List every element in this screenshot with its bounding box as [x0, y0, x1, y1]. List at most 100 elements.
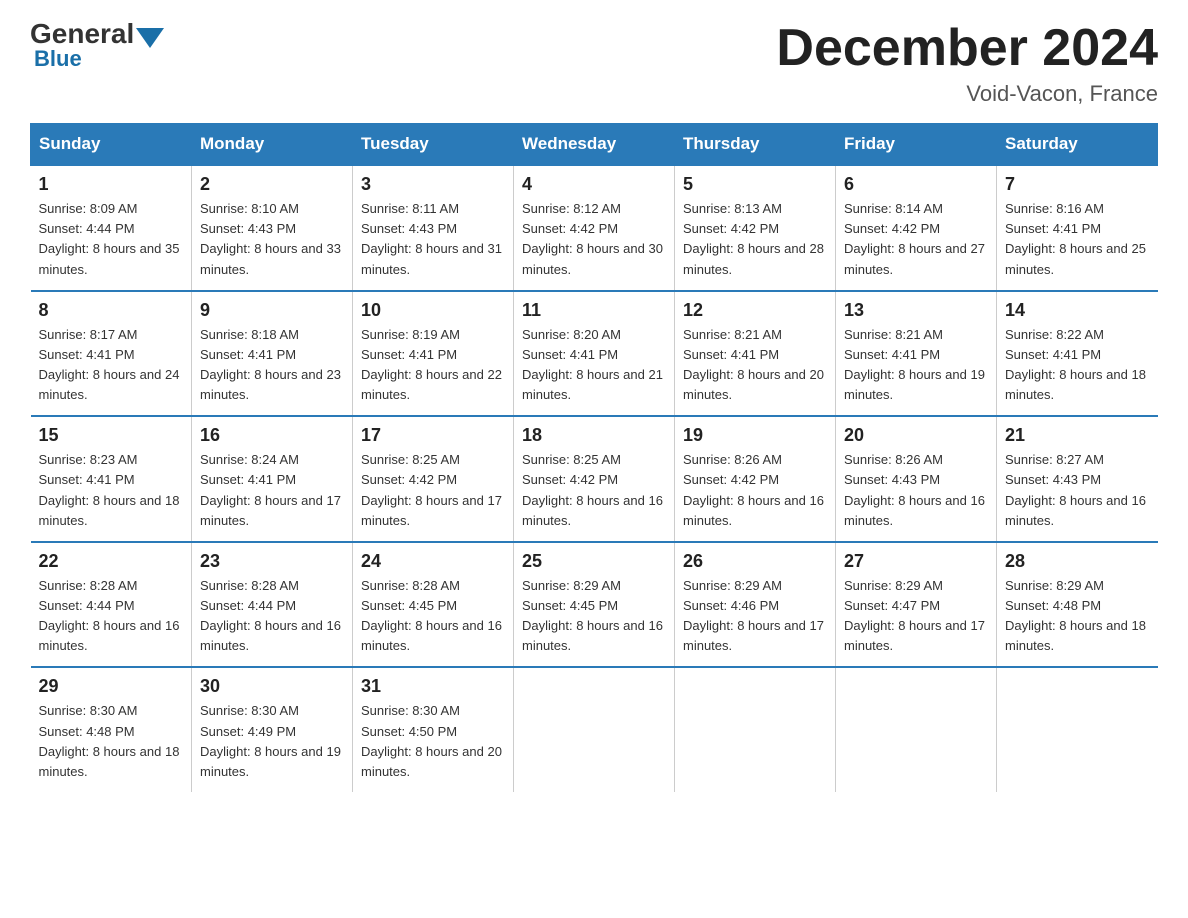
day-info: Sunrise: 8:10 AM Sunset: 4:43 PM Dayligh…	[200, 199, 344, 280]
calendar-cell: 28 Sunrise: 8:29 AM Sunset: 4:48 PM Dayl…	[997, 542, 1158, 668]
calendar-cell: 25 Sunrise: 8:29 AM Sunset: 4:45 PM Dayl…	[514, 542, 675, 668]
calendar-cell: 27 Sunrise: 8:29 AM Sunset: 4:47 PM Dayl…	[836, 542, 997, 668]
day-info: Sunrise: 8:20 AM Sunset: 4:41 PM Dayligh…	[522, 325, 666, 406]
header-friday: Friday	[836, 124, 997, 166]
day-number: 18	[522, 425, 666, 446]
calendar-cell	[514, 667, 675, 792]
day-number: 15	[39, 425, 184, 446]
calendar-cell: 22 Sunrise: 8:28 AM Sunset: 4:44 PM Dayl…	[31, 542, 192, 668]
calendar-cell	[836, 667, 997, 792]
day-info: Sunrise: 8:09 AM Sunset: 4:44 PM Dayligh…	[39, 199, 184, 280]
day-info: Sunrise: 8:16 AM Sunset: 4:41 PM Dayligh…	[1005, 199, 1150, 280]
day-info: Sunrise: 8:11 AM Sunset: 4:43 PM Dayligh…	[361, 199, 505, 280]
day-info: Sunrise: 8:23 AM Sunset: 4:41 PM Dayligh…	[39, 450, 184, 531]
day-number: 7	[1005, 174, 1150, 195]
calendar-cell: 5 Sunrise: 8:13 AM Sunset: 4:42 PM Dayli…	[675, 165, 836, 291]
day-info: Sunrise: 8:12 AM Sunset: 4:42 PM Dayligh…	[522, 199, 666, 280]
day-info: Sunrise: 8:26 AM Sunset: 4:43 PM Dayligh…	[844, 450, 988, 531]
logo-blue-text: Blue	[30, 46, 82, 72]
logo-arrow-icon	[136, 28, 164, 48]
day-number: 12	[683, 300, 827, 321]
calendar-cell: 3 Sunrise: 8:11 AM Sunset: 4:43 PM Dayli…	[353, 165, 514, 291]
day-number: 28	[1005, 551, 1150, 572]
day-info: Sunrise: 8:28 AM Sunset: 4:45 PM Dayligh…	[361, 576, 505, 657]
calendar-cell: 17 Sunrise: 8:25 AM Sunset: 4:42 PM Dayl…	[353, 416, 514, 542]
day-info: Sunrise: 8:29 AM Sunset: 4:46 PM Dayligh…	[683, 576, 827, 657]
day-number: 10	[361, 300, 505, 321]
calendar-cell: 11 Sunrise: 8:20 AM Sunset: 4:41 PM Dayl…	[514, 291, 675, 417]
calendar-cell: 26 Sunrise: 8:29 AM Sunset: 4:46 PM Dayl…	[675, 542, 836, 668]
calendar-cell: 18 Sunrise: 8:25 AM Sunset: 4:42 PM Dayl…	[514, 416, 675, 542]
calendar-body: 1 Sunrise: 8:09 AM Sunset: 4:44 PM Dayli…	[31, 165, 1158, 792]
calendar-cell: 30 Sunrise: 8:30 AM Sunset: 4:49 PM Dayl…	[192, 667, 353, 792]
calendar-cell	[997, 667, 1158, 792]
day-info: Sunrise: 8:30 AM Sunset: 4:48 PM Dayligh…	[39, 701, 184, 782]
day-number: 6	[844, 174, 988, 195]
calendar-subtitle: Void-Vacon, France	[776, 81, 1158, 107]
day-info: Sunrise: 8:22 AM Sunset: 4:41 PM Dayligh…	[1005, 325, 1150, 406]
calendar-cell: 31 Sunrise: 8:30 AM Sunset: 4:50 PM Dayl…	[353, 667, 514, 792]
day-info: Sunrise: 8:30 AM Sunset: 4:50 PM Dayligh…	[361, 701, 505, 782]
header-tuesday: Tuesday	[353, 124, 514, 166]
calendar-cell	[675, 667, 836, 792]
calendar-cell: 10 Sunrise: 8:19 AM Sunset: 4:41 PM Dayl…	[353, 291, 514, 417]
day-number: 20	[844, 425, 988, 446]
calendar-cell: 20 Sunrise: 8:26 AM Sunset: 4:43 PM Dayl…	[836, 416, 997, 542]
day-number: 1	[39, 174, 184, 195]
header: General Blue December 2024 Void-Vacon, F…	[30, 20, 1158, 107]
calendar-cell: 14 Sunrise: 8:22 AM Sunset: 4:41 PM Dayl…	[997, 291, 1158, 417]
calendar-cell: 24 Sunrise: 8:28 AM Sunset: 4:45 PM Dayl…	[353, 542, 514, 668]
day-number: 26	[683, 551, 827, 572]
day-info: Sunrise: 8:21 AM Sunset: 4:41 PM Dayligh…	[844, 325, 988, 406]
logo: General Blue	[30, 20, 166, 72]
day-info: Sunrise: 8:24 AM Sunset: 4:41 PM Dayligh…	[200, 450, 344, 531]
calendar-cell: 23 Sunrise: 8:28 AM Sunset: 4:44 PM Dayl…	[192, 542, 353, 668]
header-saturday: Saturday	[997, 124, 1158, 166]
day-number: 2	[200, 174, 344, 195]
calendar-table: Sunday Monday Tuesday Wednesday Thursday…	[30, 123, 1158, 792]
calendar-cell: 19 Sunrise: 8:26 AM Sunset: 4:42 PM Dayl…	[675, 416, 836, 542]
day-number: 22	[39, 551, 184, 572]
day-info: Sunrise: 8:29 AM Sunset: 4:47 PM Dayligh…	[844, 576, 988, 657]
day-number: 24	[361, 551, 505, 572]
calendar-header: Sunday Monday Tuesday Wednesday Thursday…	[31, 124, 1158, 166]
day-number: 13	[844, 300, 988, 321]
day-number: 9	[200, 300, 344, 321]
header-monday: Monday	[192, 124, 353, 166]
day-number: 14	[1005, 300, 1150, 321]
day-info: Sunrise: 8:19 AM Sunset: 4:41 PM Dayligh…	[361, 325, 505, 406]
calendar-cell: 1 Sunrise: 8:09 AM Sunset: 4:44 PM Dayli…	[31, 165, 192, 291]
day-info: Sunrise: 8:28 AM Sunset: 4:44 PM Dayligh…	[39, 576, 184, 657]
calendar-cell: 6 Sunrise: 8:14 AM Sunset: 4:42 PM Dayli…	[836, 165, 997, 291]
day-info: Sunrise: 8:27 AM Sunset: 4:43 PM Dayligh…	[1005, 450, 1150, 531]
day-info: Sunrise: 8:29 AM Sunset: 4:48 PM Dayligh…	[1005, 576, 1150, 657]
calendar-cell: 12 Sunrise: 8:21 AM Sunset: 4:41 PM Dayl…	[675, 291, 836, 417]
day-info: Sunrise: 8:28 AM Sunset: 4:44 PM Dayligh…	[200, 576, 344, 657]
day-info: Sunrise: 8:21 AM Sunset: 4:41 PM Dayligh…	[683, 325, 827, 406]
day-number: 8	[39, 300, 184, 321]
day-number: 31	[361, 676, 505, 697]
day-number: 16	[200, 425, 344, 446]
calendar-cell: 21 Sunrise: 8:27 AM Sunset: 4:43 PM Dayl…	[997, 416, 1158, 542]
title-area: December 2024 Void-Vacon, France	[776, 20, 1158, 107]
day-info: Sunrise: 8:30 AM Sunset: 4:49 PM Dayligh…	[200, 701, 344, 782]
header-wednesday: Wednesday	[514, 124, 675, 166]
header-sunday: Sunday	[31, 124, 192, 166]
day-number: 25	[522, 551, 666, 572]
day-info: Sunrise: 8:25 AM Sunset: 4:42 PM Dayligh…	[522, 450, 666, 531]
day-number: 27	[844, 551, 988, 572]
calendar-title: December 2024	[776, 20, 1158, 77]
header-thursday: Thursday	[675, 124, 836, 166]
day-number: 3	[361, 174, 505, 195]
day-info: Sunrise: 8:13 AM Sunset: 4:42 PM Dayligh…	[683, 199, 827, 280]
day-number: 21	[1005, 425, 1150, 446]
logo-general-text: General	[30, 20, 134, 48]
day-number: 11	[522, 300, 666, 321]
calendar-cell: 13 Sunrise: 8:21 AM Sunset: 4:41 PM Dayl…	[836, 291, 997, 417]
day-info: Sunrise: 8:29 AM Sunset: 4:45 PM Dayligh…	[522, 576, 666, 657]
day-info: Sunrise: 8:25 AM Sunset: 4:42 PM Dayligh…	[361, 450, 505, 531]
calendar-cell: 16 Sunrise: 8:24 AM Sunset: 4:41 PM Dayl…	[192, 416, 353, 542]
day-number: 19	[683, 425, 827, 446]
calendar-cell: 4 Sunrise: 8:12 AM Sunset: 4:42 PM Dayli…	[514, 165, 675, 291]
calendar-cell: 9 Sunrise: 8:18 AM Sunset: 4:41 PM Dayli…	[192, 291, 353, 417]
